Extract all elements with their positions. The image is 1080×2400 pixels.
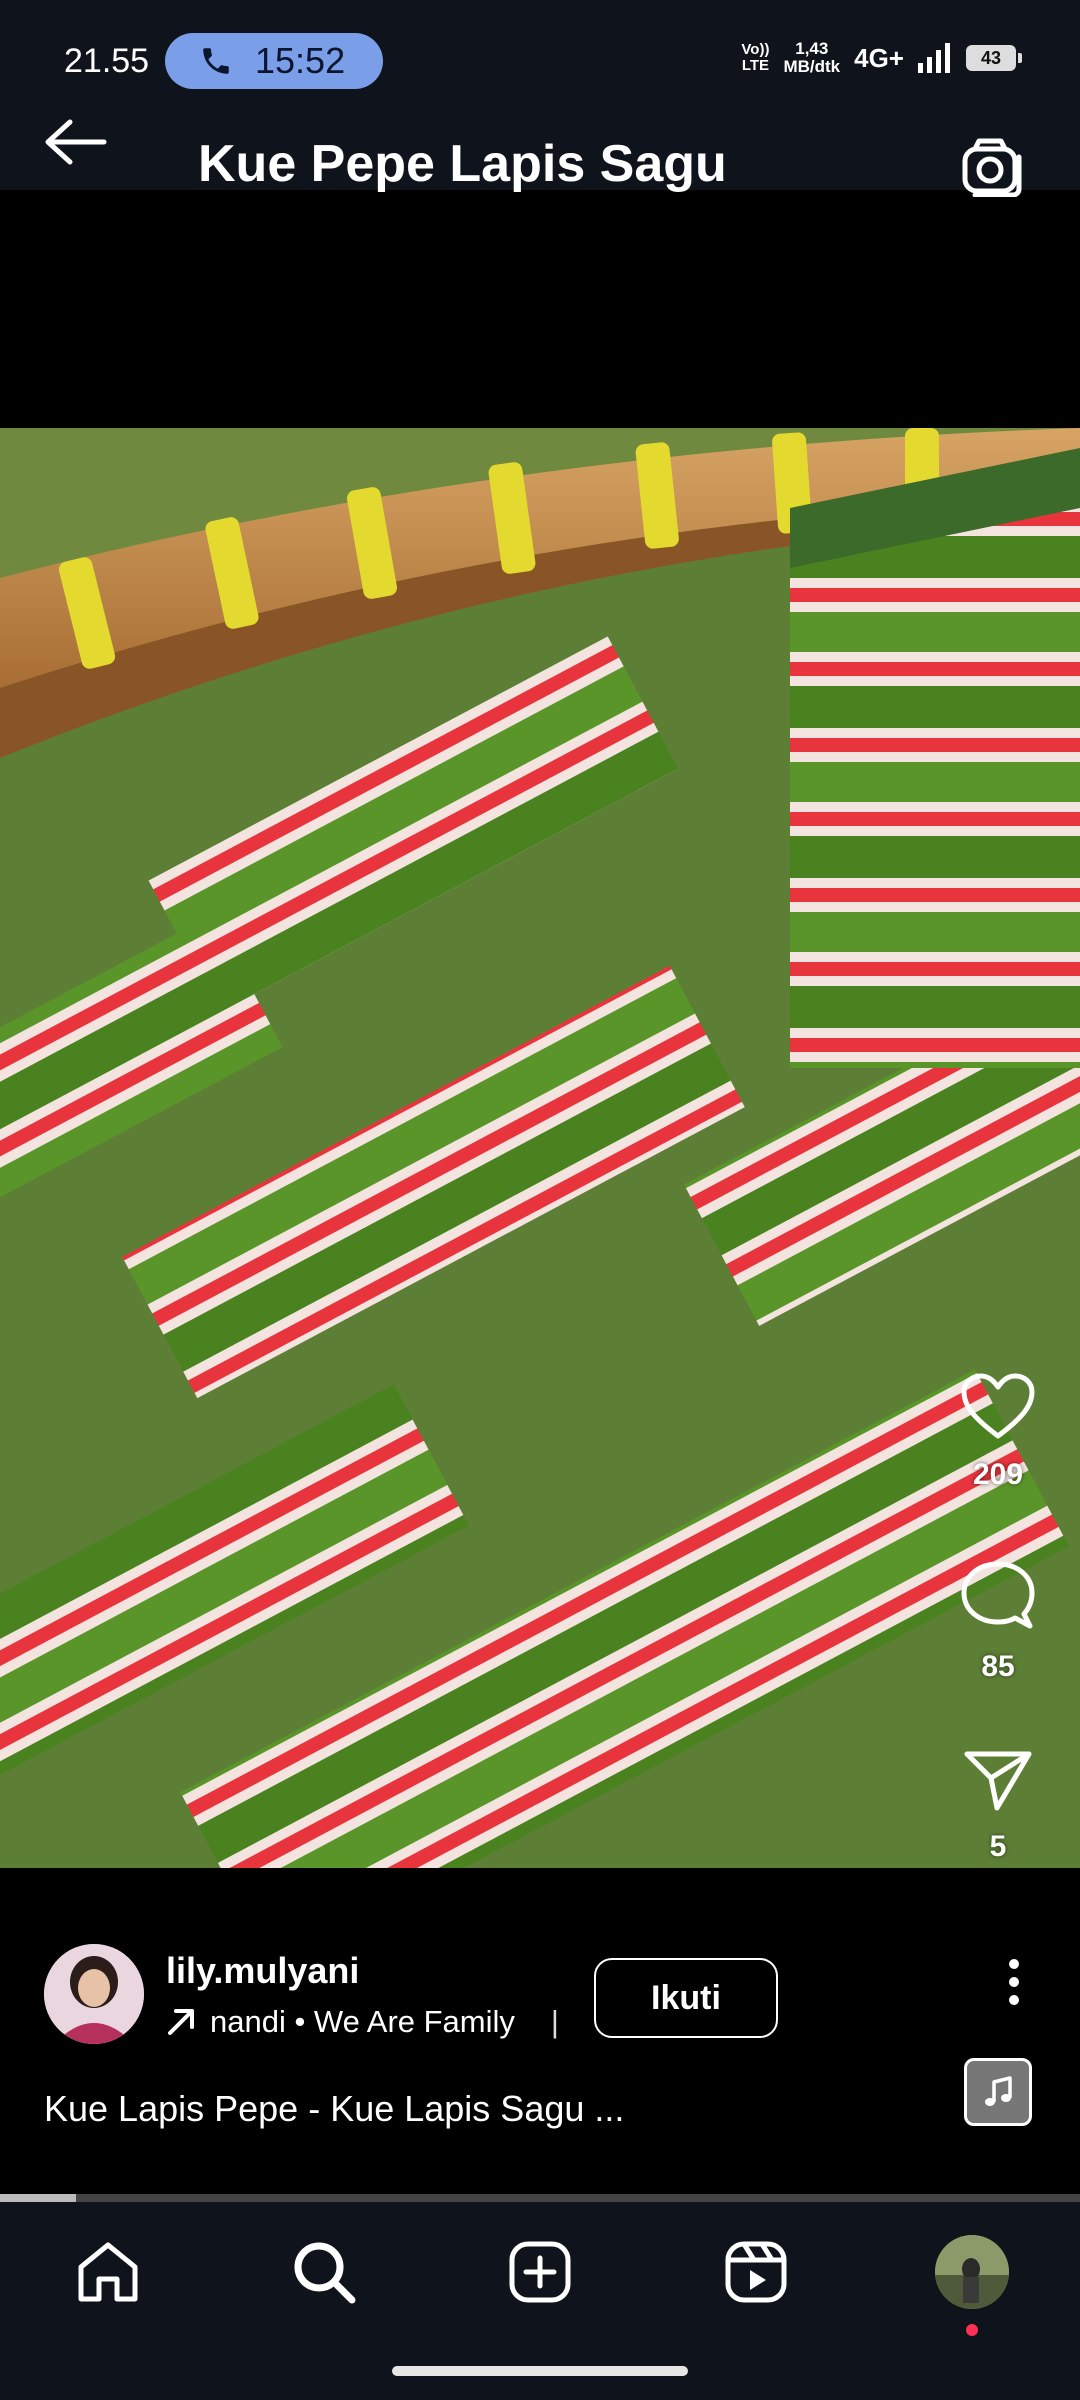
video-progress-fill (0, 2194, 76, 2202)
notification-dot (966, 2324, 978, 2336)
status-time: 21.55 (64, 42, 150, 80)
nav-profile[interactable] (932, 2232, 1012, 2336)
more-options-button[interactable] (994, 1952, 1034, 2012)
audio-line[interactable]: nandi • We Are Family | (166, 2004, 559, 2040)
comment-bubble-icon[interactable] (960, 1560, 1036, 1632)
reels-icon (725, 2241, 787, 2303)
nav-reels[interactable] (716, 2232, 796, 2312)
paper-plane-icon[interactable] (963, 1748, 1033, 1812)
video-progress[interactable] (0, 2194, 1080, 2202)
audio-separator: | (550, 2004, 559, 2039)
volte-top: Vo)) (741, 41, 770, 58)
network-speed: 1,43 MB/dtk (783, 40, 840, 76)
network-type: 4G+ (854, 42, 904, 73)
like-count: 209 (972, 1458, 1024, 1491)
comment-count: 85 (981, 1650, 1015, 1683)
status-bar: 21.55 15:52 Vo)) LTE 1,43 MB/dtk 4G+ 43 (0, 0, 1080, 94)
phone-icon (203, 48, 229, 74)
cake-photo (0, 428, 1080, 1868)
nav-home[interactable] (68, 2232, 148, 2312)
home-indicator[interactable] (392, 2366, 688, 2376)
call-duration: 15:52 (255, 40, 346, 81)
music-note-icon (985, 2076, 1012, 2106)
camera-icon (962, 138, 1022, 197)
profile-avatar (935, 2235, 1009, 2309)
avatar[interactable] (44, 1944, 144, 2044)
status-indicators: Vo)) LTE 1,43 MB/dtk 4G+ 43 (741, 40, 1022, 76)
speed-value: 1,43 (795, 39, 829, 58)
search-icon (294, 2242, 356, 2304)
speed-unit: MB/dtk (783, 57, 841, 76)
more-vertical-icon (1009, 1959, 1019, 2005)
nav-search[interactable] (284, 2232, 364, 2312)
profile-avatar-image (935, 2235, 1009, 2309)
reel-media[interactable] (0, 428, 1080, 1868)
heart-icon[interactable] (960, 1372, 1036, 1440)
audio-thumbnail[interactable] (964, 2058, 1032, 2126)
back-button[interactable] (40, 108, 112, 176)
caption[interactable]: Kue Lapis Pepe - Kue Lapis Sagu ... (44, 2088, 624, 2130)
volte-bottom: LTE (741, 57, 770, 74)
page-title: Kue Pepe Lapis Sagu (198, 135, 727, 193)
camera-button[interactable] (958, 132, 1028, 202)
like-action: 209 (960, 1372, 1036, 1560)
audio-title: nandi • We Are Family (210, 2004, 515, 2039)
ongoing-call-pill[interactable]: 15:52 (165, 33, 383, 89)
share-count: 5 (989, 1830, 1007, 1863)
follow-button[interactable]: Ikuti (594, 1958, 778, 2038)
arrow-up-right-icon (168, 2009, 194, 2035)
share-action: 5 (963, 1748, 1033, 1938)
nav-create[interactable] (500, 2232, 580, 2312)
comment-action: 85 (960, 1560, 1036, 1748)
volte-indicator: Vo)) LTE (741, 42, 769, 74)
avatar-image (44, 1944, 144, 2044)
create-icon (509, 2241, 571, 2303)
home-icon (78, 2242, 138, 2302)
arrow-left-icon (45, 119, 107, 165)
header: Kue Pepe Lapis Sagu (0, 94, 1080, 197)
signal-icon (918, 43, 950, 73)
action-rail: 209 85 5 (952, 1372, 1044, 1938)
author-row: lily.mulyani nandi • We Are Family | Iku… (44, 1944, 1044, 2044)
battery-indicator: 43 (966, 45, 1022, 71)
username[interactable]: lily.mulyani (166, 1950, 359, 1992)
